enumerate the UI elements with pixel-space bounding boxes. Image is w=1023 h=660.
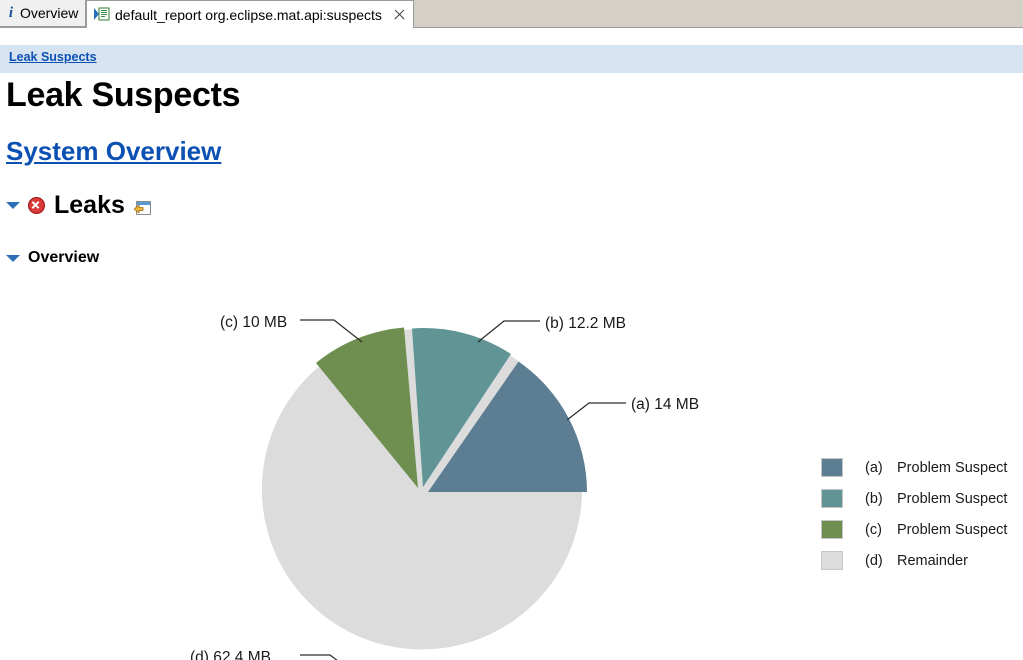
legend-label-b: Problem Suspect (897, 490, 1008, 507)
tab-overview[interactable]: i Overview (0, 0, 87, 27)
legend-label-d: Remainder (897, 552, 968, 569)
system-overview-link[interactable]: System Overview (6, 136, 221, 167)
legend-key-c: (c) (865, 521, 882, 538)
legend-key-d: (d) (865, 552, 883, 569)
page-title: Leak Suspects (6, 76, 241, 114)
pie-label-c: (c) 10 MB (220, 314, 287, 331)
pie-label-d: (d) 62.4 MB (190, 649, 271, 660)
leaks-heading: Leaks (54, 190, 125, 219)
pie-chart-legend: (a) Problem Suspect (b) Problem Suspect … (821, 452, 1023, 576)
legend-key-b: (b) (865, 490, 883, 507)
legend-item[interactable]: (a) Problem Suspect (821, 452, 1023, 483)
legend-swatch-c (821, 520, 843, 539)
legend-label-c: Problem Suspect (897, 521, 1008, 538)
tab-overview-label: Overview (20, 5, 79, 21)
error-icon (28, 196, 45, 214)
legend-item[interactable]: (c) Problem Suspect (821, 514, 1023, 545)
legend-label-a: Problem Suspect (897, 459, 1008, 476)
close-icon[interactable] (393, 8, 406, 21)
open-in-window-icon[interactable] (133, 200, 151, 216)
breadcrumb-link-leak-suspects[interactable]: Leak Suspects (9, 50, 97, 64)
legend-swatch-d (821, 551, 843, 570)
legend-key-a: (a) (865, 459, 883, 476)
legend-item[interactable]: (b) Problem Suspect (821, 483, 1023, 514)
leaks-section-header: Leaks (0, 189, 151, 221)
legend-item[interactable]: (d) Remainder (821, 545, 1023, 576)
info-icon: i (8, 4, 14, 21)
report-icon (94, 7, 110, 22)
overview-section-header: Overview (0, 246, 99, 270)
report-view: i Overview default_report org.eclipse.ma… (0, 0, 1023, 660)
triangle-down-icon[interactable] (6, 254, 20, 262)
breadcrumb: Leak Suspects (0, 45, 1023, 73)
legend-swatch-b (821, 489, 843, 508)
pie-label-a: (a) 14 MB (631, 396, 699, 413)
editor-tab-bar: i Overview default_report org.eclipse.ma… (0, 0, 1023, 28)
triangle-down-icon[interactable] (6, 201, 20, 209)
tab-default-report[interactable]: default_report org.eclipse.mat.api:suspe… (86, 0, 414, 28)
legend-swatch-a (821, 458, 843, 477)
overview-heading: Overview (28, 249, 100, 266)
pie-label-b: (b) 12.2 MB (545, 315, 626, 332)
tab-default-report-label: default_report org.eclipse.mat.api:suspe… (115, 6, 382, 23)
